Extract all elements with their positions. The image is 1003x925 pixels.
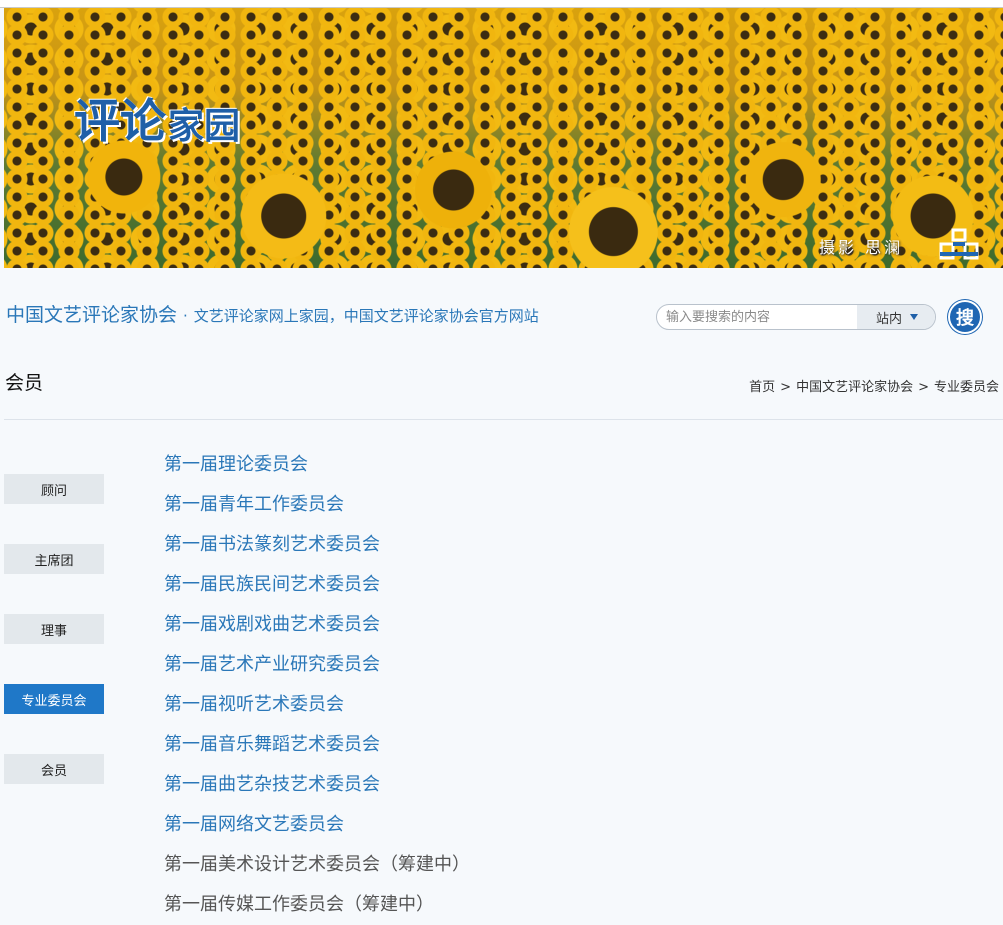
top-border (0, 0, 1003, 8)
sidebar-item-advisors[interactable]: 顾问 (4, 474, 104, 504)
committee-link[interactable]: 第一届书法篆刻艺术委员会 (164, 530, 380, 560)
sidebar-item-presidium[interactable]: 主席团 (4, 544, 104, 574)
committee-link[interactable]: 第一届理论委员会 (164, 450, 308, 480)
committee-link[interactable]: 第一届曲艺杂技艺术委员会 (164, 770, 380, 800)
site-header: 中国文艺评论家协会 · 文艺评论家网上家园，中国文艺评论家协会官方网站 (6, 300, 539, 328)
association-logo-icon (939, 228, 979, 260)
banner-title-main: 评论 (74, 94, 166, 148)
breadcrumb: 首页 > 中国文艺评论家协会 > 专业委员会 (749, 376, 999, 395)
sidebar-item-members[interactable]: 会员 (4, 754, 104, 784)
search-button[interactable]: 搜 (948, 300, 982, 334)
chevron-down-icon (910, 314, 918, 320)
search-scope-dropdown[interactable]: 站内 (857, 305, 935, 329)
search-scope-label: 站内 (875, 311, 902, 327)
breadcrumb-home[interactable]: 首页 (749, 380, 775, 395)
search-input[interactable] (657, 305, 857, 329)
committee-link[interactable]: 第一届民族民间艺术委员会 (164, 570, 380, 600)
search-box: 站内 (656, 304, 936, 330)
banner-title: 评论 家园 (74, 80, 240, 144)
sidebar-item-committees[interactable]: 专业委员会 (4, 684, 104, 714)
committee-link[interactable]: 第一届音乐舞蹈艺术委员会 (164, 730, 380, 760)
committee-pending-item: 第一届美术设计艺术委员会（筹建中） (164, 854, 470, 875)
committee-pending-item: 第一届传媒工作委员会（筹建中） (164, 894, 434, 915)
site-description: 文艺评论家网上家园，中国文艺评论家协会官方网站 (193, 307, 539, 325)
committee-link[interactable]: 第一届网络文艺委员会 (164, 810, 344, 840)
committee-link[interactable]: 第一届青年工作委员会 (164, 490, 344, 520)
banner: 评论 家园 摄影 思澜 (4, 8, 1003, 268)
photo-credit: 摄影 思澜 (819, 238, 904, 257)
committee-link[interactable]: 第一届戏剧戏曲艺术委员会 (164, 610, 380, 640)
divider (4, 419, 1003, 420)
committee-link[interactable]: 第一届视听艺术委员会 (164, 690, 344, 720)
site-separator: · (183, 307, 188, 325)
committee-link[interactable]: 第一届艺术产业研究委员会 (164, 650, 380, 680)
breadcrumb-separator: > (780, 380, 792, 395)
sidebar-item-directors[interactable]: 理事 (4, 614, 104, 644)
page-title: 会员 (5, 372, 44, 394)
breadcrumb-separator: > (918, 380, 929, 395)
site-name-link[interactable]: 中国文艺评论家协会 (6, 300, 177, 327)
breadcrumb-association[interactable]: 中国文艺评论家协会 (796, 380, 913, 395)
breadcrumb-current[interactable]: 专业委员会 (934, 380, 999, 395)
banner-title-sub: 家园 (168, 105, 241, 147)
